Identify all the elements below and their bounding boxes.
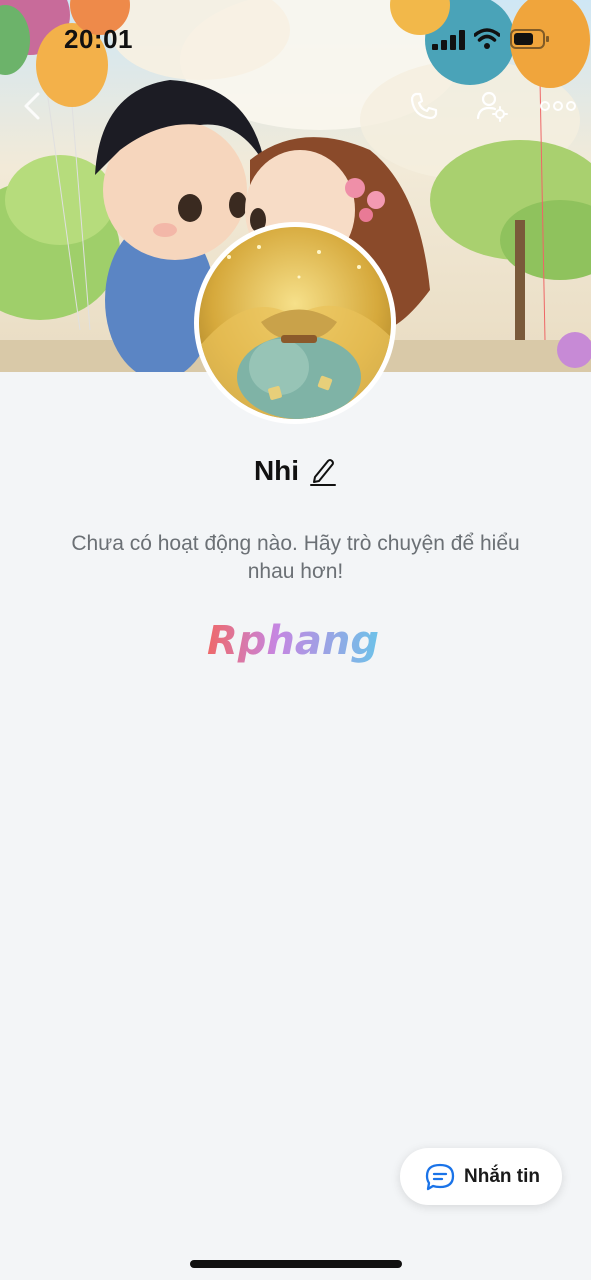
- home-indicator[interactable]: [190, 1260, 402, 1268]
- user-gear-icon: [476, 91, 508, 122]
- friend-settings-button[interactable]: [472, 86, 512, 126]
- ellipsis-icon: [540, 101, 576, 111]
- pencil-icon[interactable]: [309, 455, 337, 487]
- send-message-label: Nhắn tin: [464, 1165, 540, 1187]
- status-bar: 20:01: [0, 0, 591, 80]
- avatar-image: [199, 227, 391, 419]
- wifi-icon: [474, 28, 500, 49]
- profile-avatar[interactable]: [194, 222, 396, 424]
- cellular-signal-icon: [432, 30, 465, 50]
- phone-icon: [410, 92, 438, 120]
- back-button[interactable]: [12, 86, 52, 126]
- call-button[interactable]: [404, 86, 444, 126]
- battery-icon: [510, 29, 549, 49]
- money-bag-illustration: [199, 245, 391, 419]
- profile-name: Nhi: [253, 455, 300, 486]
- rphang-watermark-logo: Rphang: [207, 618, 379, 664]
- profile-name-row: Nhi: [0, 455, 591, 487]
- watermark-text: Rphang: [207, 618, 379, 664]
- chat-bubble-icon: [425, 1163, 455, 1190]
- send-message-button[interactable]: Nhắn tin: [400, 1148, 562, 1205]
- empty-activity-text: Chưa có hoạt động nào. Hãy trò chuyện để…: [71, 532, 520, 583]
- status-time: 20:01: [64, 24, 133, 54]
- more-options-button[interactable]: [538, 86, 578, 126]
- chevron-left-icon: [24, 92, 40, 120]
